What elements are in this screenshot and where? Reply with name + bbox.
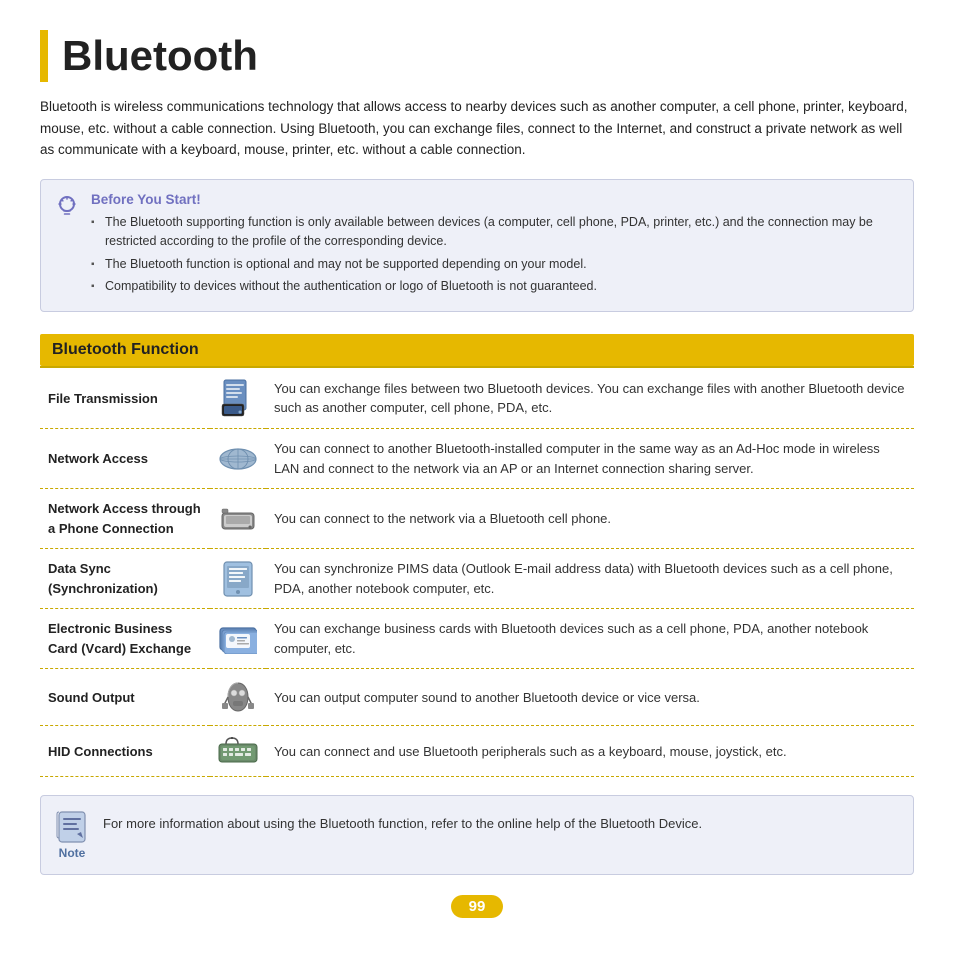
- feature-desc-network-access: You can connect to another Bluetooth-ins…: [266, 429, 914, 489]
- before-you-start-box: Before You Start! The Bluetooth supporti…: [40, 179, 914, 313]
- feature-desc-sound-output: You can output computer sound to another…: [266, 669, 914, 726]
- feature-desc-hid: You can connect and use Bluetooth periph…: [266, 726, 914, 777]
- note-label: Note: [59, 846, 86, 860]
- table-row: Electronic Business Card (Vcard) Exchang…: [40, 609, 914, 669]
- table-row: Network Access You can connect to anothe…: [40, 429, 914, 489]
- feature-table: File Transmission You can e: [40, 366, 914, 777]
- bluetooth-function-header: Bluetooth Function: [40, 334, 914, 366]
- info-item-1: The Bluetooth supporting function is onl…: [91, 213, 897, 252]
- table-row: HID Connections: [40, 726, 914, 777]
- title-accent-bar: [40, 30, 48, 82]
- info-item-3: Compatibility to devices without the aut…: [91, 277, 897, 296]
- table-row: Sound Output You can ou: [40, 669, 914, 726]
- feature-desc-data-sync: You can synchronize PIMS data (Outlook E…: [266, 549, 914, 609]
- sound-output-icon: [210, 669, 266, 726]
- feature-name-network-access: Network Access: [40, 429, 210, 489]
- hid-icon: [210, 726, 266, 777]
- page-number: 99: [451, 895, 504, 918]
- phone-connection-icon: [210, 489, 266, 549]
- info-item-2: The Bluetooth function is optional and m…: [91, 255, 897, 274]
- info-box-title: Before You Start!: [91, 192, 897, 207]
- table-row: Data Sync (Synchronization) You can sync…: [40, 549, 914, 609]
- vcard-icon: [210, 609, 266, 669]
- feature-name-vcard: Electronic Business Card (Vcard) Exchang…: [40, 609, 210, 669]
- feature-name-data-sync: Data Sync (Synchronization): [40, 549, 210, 609]
- info-box-list: The Bluetooth supporting function is onl…: [91, 213, 897, 297]
- data-sync-icon: [210, 549, 266, 609]
- feature-name-hid: HID Connections: [40, 726, 210, 777]
- note-text: For more information about using the Blu…: [103, 810, 702, 835]
- file-transmission-icon: [210, 367, 266, 429]
- feature-name-phone-connection: Network Access through a Phone Connectio…: [40, 489, 210, 549]
- note-box: Note For more information about using th…: [40, 795, 914, 875]
- page-title-section: Bluetooth: [40, 30, 914, 82]
- intro-paragraph: Bluetooth is wireless communications tec…: [40, 96, 914, 161]
- feature-desc-file-transmission: You can exchange files between two Bluet…: [266, 367, 914, 429]
- note-icon: [55, 810, 89, 844]
- info-box-content: Before You Start! The Bluetooth supporti…: [91, 192, 897, 300]
- table-row: File Transmission You can e: [40, 367, 914, 429]
- lightbulb-icon: [53, 193, 81, 221]
- network-access-icon: [210, 429, 266, 489]
- table-row: Network Access through a Phone Connectio…: [40, 489, 914, 549]
- feature-name-file-transmission: File Transmission: [40, 367, 210, 429]
- feature-desc-vcard: You can exchange business cards with Blu…: [266, 609, 914, 669]
- note-icon-wrap: Note: [55, 810, 89, 860]
- feature-desc-phone-connection: You can connect to the network via a Blu…: [266, 489, 914, 549]
- page-number-wrap: 99: [40, 895, 914, 918]
- feature-name-sound-output: Sound Output: [40, 669, 210, 726]
- page-title: Bluetooth: [62, 35, 258, 77]
